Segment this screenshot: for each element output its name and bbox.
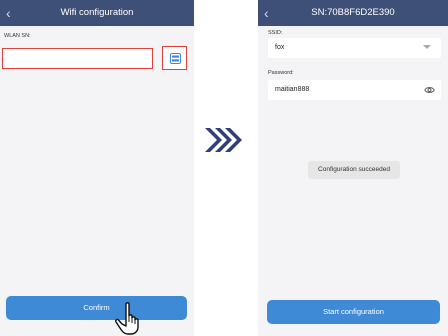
ssid-label: SSID: [268,30,283,36]
confirm-button[interactable]: Confirm [6,296,187,320]
success-toast: Configuration succeeded [308,161,400,179]
hand-pointer-icon [115,302,139,335]
caret-down-icon [423,45,431,49]
title-bar: ‹ Wifi configuration [0,0,194,26]
wlan-sn-input[interactable] [2,48,153,69]
eye-icon[interactable] [424,85,435,95]
triple-chevron-right-icon [205,128,242,152]
ssid-select[interactable]: fox [268,38,441,58]
page-title: Wifi configuration [60,7,134,18]
title-bar: ‹ SN:70B8F6D2E390 [258,0,448,26]
start-configuration-button[interactable]: Start configuration [267,300,440,324]
password-field[interactable]: maitian888 [268,80,441,100]
wlan-sn-label: WLAN SN: [4,33,31,39]
wifi-config-screen: ‹ Wifi configuration WLAN SN: Confirm [0,0,194,336]
wifi-connect-screen: ‹ SN:70B8F6D2E390 SSID: fox Password: ma… [258,0,448,336]
scan-button[interactable] [162,46,187,70]
ssid-value: fox [275,44,285,51]
password-label: Password: [268,70,294,76]
barcode-scan-icon [170,53,181,64]
device-sn-title: SN:70B8F6D2E390 [311,7,395,18]
password-value: maitian888 [275,86,310,93]
